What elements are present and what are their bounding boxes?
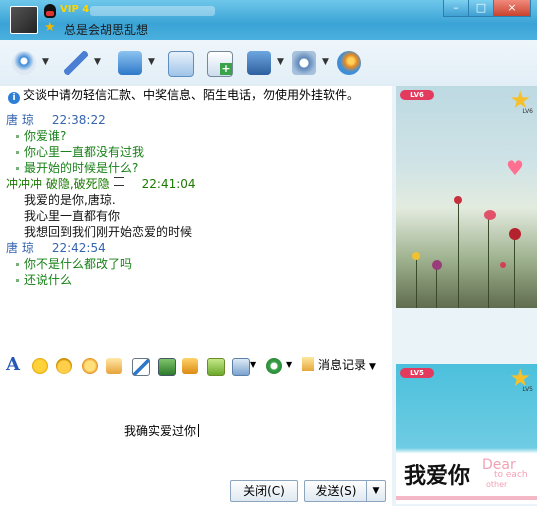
message-input[interactable]: 我确实爱过你	[0, 382, 392, 474]
flower-icon	[484, 210, 496, 220]
input-toolbar: A ▼ ▼ 消息记录 ▼	[0, 354, 392, 380]
close-window-button[interactable]: ×	[493, 0, 531, 17]
chevron-down-icon[interactable]: ▼	[42, 57, 49, 67]
to-each-text: to each	[494, 470, 528, 480]
message-header: 唐 琼 22:42:54	[6, 240, 386, 256]
screenshot-icon[interactable]	[232, 358, 250, 376]
message-line: 你心里一直都没有过我	[6, 144, 386, 160]
heart-icon: ♥	[506, 156, 524, 180]
flower-icon	[432, 260, 442, 270]
chevron-down-icon: ▼	[369, 362, 376, 372]
love-text: 我爱你	[404, 463, 471, 489]
title-bar[interactable]: VIP 4 ★ 总是会胡思乱想 – □ ×	[0, 0, 537, 40]
send-button[interactable]: 发送(S)	[304, 480, 367, 502]
other-text: other	[486, 480, 508, 489]
sender-name: 唐 琼	[6, 113, 34, 127]
flower-stem	[514, 234, 515, 308]
music-icon[interactable]	[182, 358, 198, 374]
level-badge: LV5	[400, 368, 434, 378]
message-header: 唐 琼 22:38:22	[6, 112, 386, 128]
flower-icon	[500, 262, 506, 268]
message-time: 22:38:22	[51, 113, 106, 127]
magic-face-icon[interactable]	[56, 358, 72, 374]
qq-penguin-icon	[44, 4, 56, 18]
nickname-redacted	[90, 6, 215, 16]
message-line: 你不是什么都改了吗	[6, 256, 386, 272]
message-record-button[interactable]: 消息记录 ▼	[302, 356, 376, 376]
shake-icon[interactable]	[82, 358, 98, 374]
chevron-down-icon[interactable]: ▼	[322, 57, 329, 67]
security-notice: i 交谈中请勿轻信汇款、中奖信息、陌生电话，勿使用外挂软件。	[8, 86, 388, 104]
minimize-button[interactable]: –	[443, 0, 469, 17]
message-line: 还说什么	[6, 272, 386, 288]
friend-show-image[interactable]: LV6 ★ LV6 ♥	[396, 86, 537, 308]
star-icon: ★	[44, 20, 56, 35]
flower-icon	[412, 252, 420, 260]
chevron-down-icon[interactable]: ▼	[286, 360, 292, 369]
microphone-icon	[64, 51, 88, 75]
apps-icon	[292, 51, 316, 75]
thumb-icon[interactable]	[106, 358, 122, 374]
plus-icon: +	[220, 62, 232, 75]
message-line: 你爱谁?	[6, 128, 386, 144]
send-options-button[interactable]: ▼	[366, 480, 386, 502]
vip-badge: VIP 4	[60, 4, 90, 15]
flower-stem	[416, 258, 417, 308]
message-line: 我爱的是你,唐琼.	[24, 193, 116, 207]
message-time: 22:41:04	[141, 177, 196, 191]
flower-stem	[458, 202, 459, 308]
message-record-label: 消息记录	[318, 358, 367, 372]
sender-name: 唐 琼	[6, 241, 34, 255]
image-icon[interactable]	[158, 358, 176, 376]
emoji-icon[interactable]	[32, 358, 48, 374]
doodle-icon[interactable]	[132, 358, 150, 376]
text-caret	[198, 424, 200, 437]
level-label: LV5	[410, 369, 424, 377]
flower-stem	[488, 216, 489, 308]
sender-name: 冲冲冲 破隐,破死隐	[6, 177, 110, 191]
flower-icon	[509, 228, 521, 240]
input-text: 我确实爱过你	[124, 422, 200, 439]
level-label: LV6	[410, 91, 424, 99]
webcam-icon	[12, 51, 36, 75]
info-icon: i	[8, 92, 20, 104]
remote-icon	[247, 51, 271, 75]
browser-icon	[337, 51, 361, 75]
folder-icon	[118, 51, 142, 75]
window-controls: – □ ×	[443, 0, 531, 18]
avatar[interactable]	[10, 6, 38, 34]
show-panel: LV6 ★ LV6 ♥ LV5 ★ LV5 我爱你 Dear to each o…	[392, 86, 537, 506]
level-small-label: LV5	[522, 386, 533, 393]
chevron-down-icon[interactable]: ▼	[250, 360, 256, 369]
chevron-down-icon[interactable]: ▼	[94, 57, 101, 67]
flower-stem	[436, 266, 437, 308]
chat-toolbar: ▼ ▼ ▼ + ▼ ▼	[0, 40, 537, 86]
chevron-down-icon[interactable]: ▼	[277, 57, 284, 67]
qq-chat-window: VIP 4 ★ 总是会胡思乱想 – □ × ▼ ▼ ▼ + ▼ ▼ i 交谈中请…	[0, 0, 537, 506]
level-badge: LV6	[400, 90, 434, 100]
message-line: 我想回到我们刚开始恋爱的时候	[24, 225, 193, 239]
red-packet-icon[interactable]	[266, 358, 282, 374]
input-value: 我确实爱过你	[124, 424, 197, 438]
message-header: 冲冲冲 破隐,破死隐 22:41:04	[6, 176, 386, 192]
close-button[interactable]: 关闭(C)	[230, 480, 298, 502]
message-line: 我心里一直都有你	[24, 209, 121, 223]
message-history[interactable]: 唐 琼 22:38:22 你爱谁? 你心里一直都没有过我 最开始的时候是什么? 冲…	[6, 112, 386, 342]
level-small-label: LV6	[522, 108, 533, 115]
font-icon[interactable]: A	[6, 354, 20, 375]
clock-icon	[302, 357, 314, 371]
message-time: 22:42:54	[51, 241, 106, 255]
chat-panel: i 交谈中请勿轻信汇款、中奖信息、陌生电话，勿使用外挂软件。 唐 琼 22:38:2…	[0, 86, 392, 506]
gift-icon[interactable]	[207, 358, 225, 376]
my-show-image[interactable]: LV5 ★ LV5 我爱你 Dear to each other	[396, 364, 537, 504]
menu-icon	[113, 177, 124, 186]
chevron-down-icon[interactable]: ▼	[148, 57, 155, 67]
flower-icon	[454, 196, 462, 204]
message-line: 最开始的时候是什么?	[6, 160, 386, 176]
decor-bar	[396, 496, 537, 500]
maximize-button[interactable]: □	[468, 0, 494, 17]
mail-icon	[168, 51, 194, 77]
notice-text: 交谈中请勿轻信汇款、中奖信息、陌生电话，勿使用外挂软件。	[23, 88, 360, 102]
signature-text: 总是会胡思乱想	[64, 23, 149, 37]
